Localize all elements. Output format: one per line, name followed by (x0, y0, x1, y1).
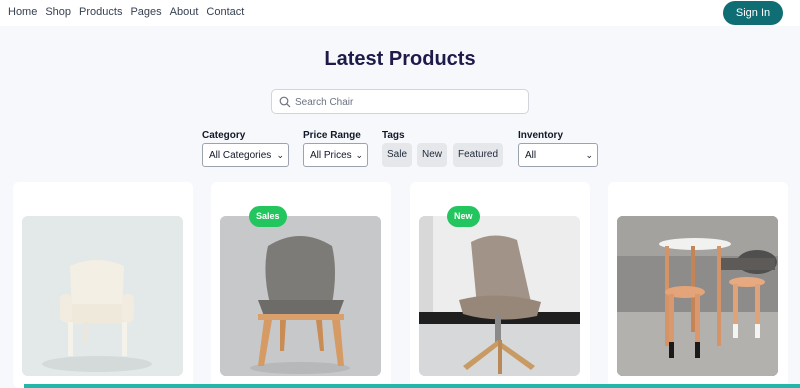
product-image-stool-set[interactable] (617, 216, 778, 376)
product-card[interactable] (608, 182, 788, 388)
inventory-label: Inventory (518, 130, 564, 141)
nav-link-products[interactable]: Products (79, 6, 122, 18)
product-image-armchair[interactable] (22, 216, 183, 376)
price-range-selected-value: All Prices (310, 150, 352, 161)
nav-link-contact[interactable]: Contact (206, 6, 244, 18)
search-input[interactable] (295, 93, 523, 111)
nav-link-about[interactable]: About (170, 6, 199, 18)
sign-in-button[interactable]: Sign In (723, 1, 783, 25)
product-badge-new: New (447, 206, 480, 227)
inventory-select[interactable]: All ⌄ (518, 143, 598, 167)
category-label: Category (202, 130, 246, 141)
nav-link-pages[interactable]: Pages (130, 6, 161, 18)
product-card[interactable] (13, 182, 193, 388)
price-range-select[interactable]: All Prices ⌄ (303, 143, 368, 167)
top-nav-bar: Home Shop Products Pages About Contact (0, 0, 800, 26)
nav-link-home[interactable]: Home (8, 6, 37, 18)
tag-new[interactable]: New (417, 143, 448, 167)
product-image-wingback-chair[interactable] (220, 216, 381, 376)
category-select[interactable]: All Categories ⌄ (202, 143, 289, 167)
tag-featured[interactable]: Featured (453, 143, 504, 167)
product-image-lounge-chair[interactable] (419, 216, 580, 376)
page-title: Latest Products (324, 48, 476, 70)
chevron-down-icon: ⌄ (355, 150, 363, 160)
product-badge-sales: Sales (249, 206, 287, 227)
product-card[interactable] (410, 182, 590, 388)
tags-label: Tags (382, 130, 405, 141)
search-icon (279, 96, 291, 108)
price-range-label: Price Range (303, 130, 361, 141)
chevron-down-icon: ⌄ (276, 150, 284, 160)
tag-sale[interactable]: Sale (382, 143, 413, 167)
search-box[interactable] (271, 89, 529, 114)
nav-link-shop[interactable]: Shop (45, 6, 71, 18)
chevron-down-icon: ⌄ (585, 150, 593, 160)
product-card[interactable] (211, 182, 391, 388)
bottom-accent-strip (24, 384, 800, 388)
inventory-selected-value: All (525, 150, 537, 161)
nav-links: Home Shop Products Pages About Contact (8, 6, 244, 18)
category-selected-value: All Categories (209, 150, 272, 161)
